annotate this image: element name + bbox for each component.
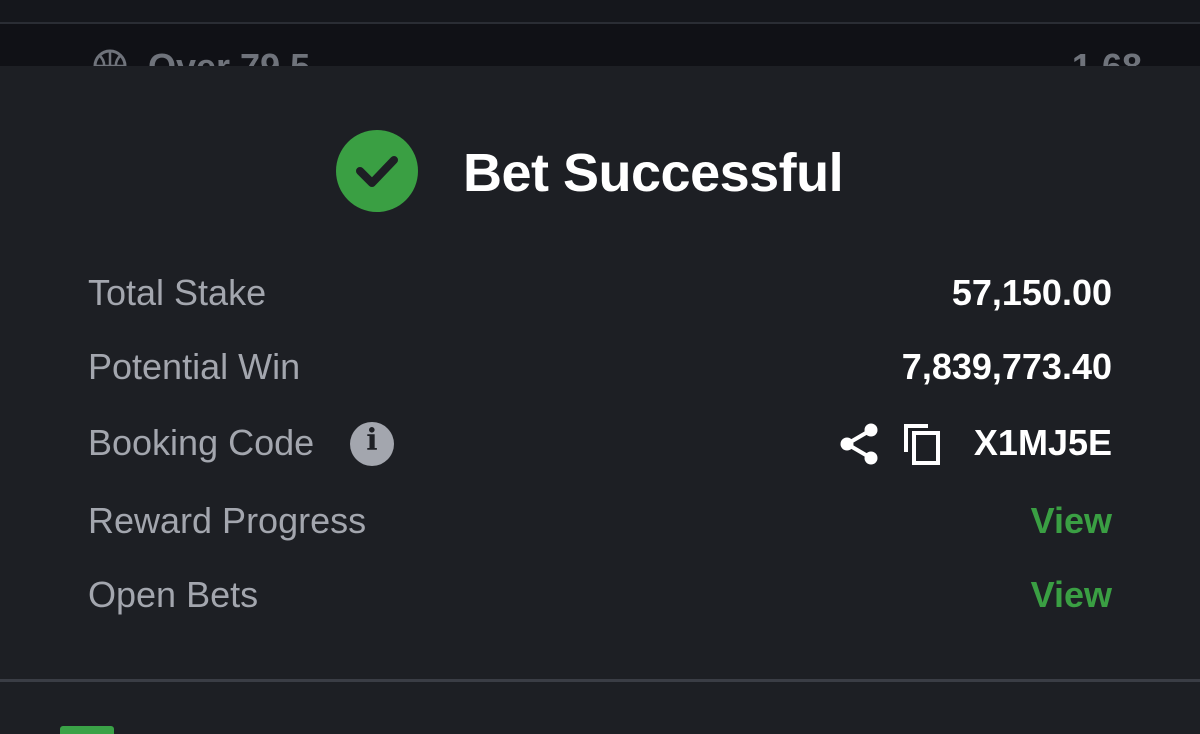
booking-code-row: Booking Code i X1MJ5E: [88, 422, 1112, 470]
total-stake-row: Total Stake 57,150.00: [88, 272, 1112, 320]
below-sheet-area: [0, 682, 1200, 734]
reward-progress-view-link[interactable]: View: [1031, 500, 1112, 542]
potential-win-row: Potential Win 7,839,773.40: [88, 346, 1112, 394]
success-header: Bet Successful: [0, 130, 1200, 214]
page-title: Bet Successful: [463, 143, 844, 203]
reward-progress-label: Reward Progress: [88, 500, 367, 541]
green-chip: [60, 726, 114, 734]
potential-win-label: Potential Win: [88, 346, 301, 387]
open-bets-row: Open Bets View: [88, 574, 1112, 622]
background-top-bar: [0, 0, 1200, 24]
info-icon[interactable]: i: [350, 422, 394, 466]
open-bets-label: Open Bets: [88, 574, 259, 615]
copy-icon[interactable]: [902, 422, 942, 466]
check-circle-icon: [336, 130, 418, 212]
total-stake-value: 57,150.00: [951, 272, 1112, 313]
background-selection-row: Over 79.5 1.68: [0, 24, 1200, 87]
booking-code-value[interactable]: X1MJ5E: [974, 422, 1112, 464]
bet-success-sheet: Bet Successful Total Stake 57,150.00 Pot…: [0, 66, 1200, 680]
booking-code-label: Booking Code: [88, 422, 315, 463]
share-icon[interactable]: [838, 422, 880, 466]
total-stake-label: Total Stake: [88, 272, 267, 313]
reward-progress-row: Reward Progress View: [88, 500, 1112, 548]
open-bets-view-link[interactable]: View: [1031, 574, 1112, 616]
potential-win-value: 7,839,773.40: [901, 346, 1112, 387]
bet-confirmation-screen: Over 79.5 1.68 Bet Successful Total Stak…: [0, 0, 1200, 734]
